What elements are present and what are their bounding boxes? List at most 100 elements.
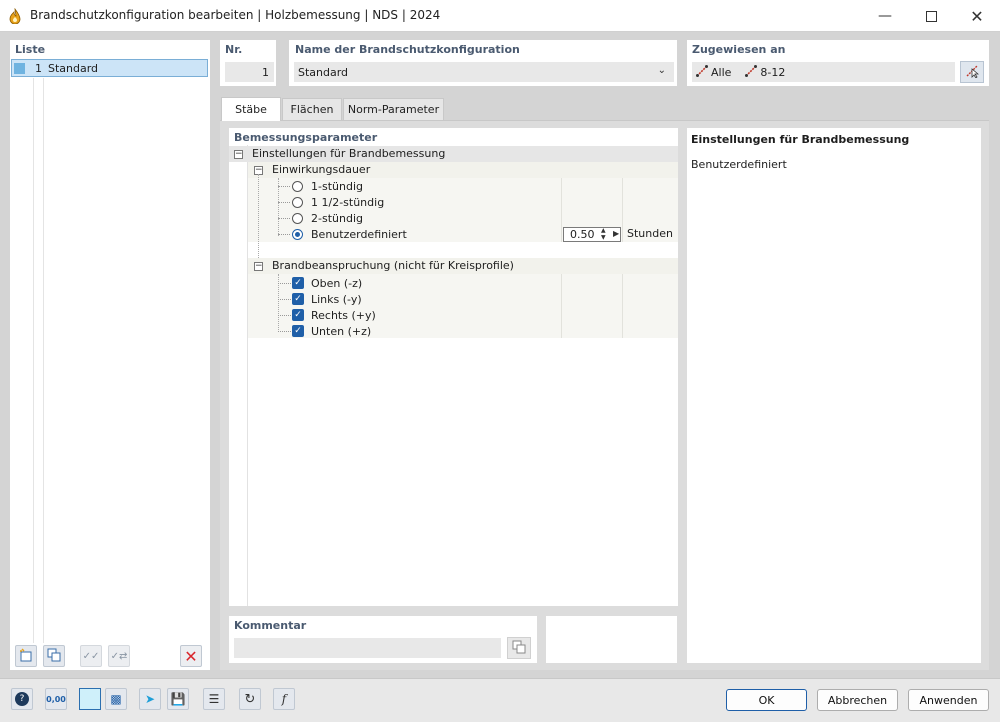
formula-button[interactable]: f [273, 688, 295, 710]
report-icon: ☰ [208, 692, 220, 706]
option-label: 1 1/2-stündig [311, 195, 385, 209]
parameters-label: Bemessungsparameter [234, 131, 378, 144]
tab-standard-parameters[interactable]: Norm-Parameter [343, 98, 444, 120]
assigned-field[interactable]: Alle 8-12 [692, 62, 955, 82]
custom-duration-value: 0.50 [570, 228, 595, 241]
option-label: Rechts (+y) [311, 308, 376, 322]
comment-panel: Kommentar [229, 616, 537, 663]
column-divider [622, 178, 623, 242]
info-panel: Einstellungen für Brandbemessung Benutze… [687, 128, 981, 663]
close-window-button[interactable]: ✕ [954, 0, 1000, 32]
exposure-right[interactable]: ✓ Rechts (+y) [278, 307, 376, 323]
list-label: Liste [15, 43, 46, 56]
report-button[interactable]: ☰ [203, 688, 225, 710]
list-item[interactable]: 1 Standard [11, 59, 208, 77]
new-item-button[interactable] [15, 645, 37, 667]
duration-option-2h[interactable]: 2-stündig [278, 210, 363, 226]
member-icon [696, 64, 708, 80]
number-field[interactable]: 1 [225, 62, 274, 82]
close-icon: ✕ [970, 6, 984, 26]
minimize-button[interactable]: — [862, 0, 908, 32]
option-label: Links (-y) [311, 292, 362, 306]
save-icon: 💾 [170, 692, 186, 706]
reset-button[interactable]: ↻ [239, 688, 261, 710]
empty-panel [546, 616, 677, 663]
checkbox-checked[interactable]: ✓ [292, 277, 304, 289]
units-button[interactable]: 0,00 [45, 688, 67, 710]
option-label: Oben (-z) [311, 276, 363, 290]
info-text: Benutzerdefiniert [691, 158, 787, 171]
copy-item-button[interactable] [43, 645, 65, 667]
check-swap-icon: ✓⇄ [110, 650, 128, 662]
delete-icon: ✕ [184, 646, 198, 666]
collapse-icon[interactable]: − [234, 150, 243, 159]
group-label: Einstellungen für Brandbemessung [252, 147, 446, 160]
number-label: Nr. [225, 43, 243, 56]
app-icon [8, 7, 22, 25]
exposure-left[interactable]: ✓ Links (-y) [278, 291, 362, 307]
check-swap-button[interactable]: ✓⇄ [108, 645, 130, 667]
comment-input[interactable] [234, 638, 501, 658]
option-label: Benutzerdefiniert [311, 227, 407, 241]
member-icon [745, 64, 758, 80]
save-button[interactable]: 💾 [167, 688, 189, 710]
comment-library-button[interactable] [507, 637, 531, 659]
spin-updown-icon[interactable]: ▲ ▼ [601, 227, 606, 241]
assigned-panel: Zugewiesen an Alle 8-12 [687, 40, 989, 86]
help-icon: ? [15, 692, 29, 706]
checkbox-checked[interactable]: ✓ [292, 309, 304, 321]
exposure-bottom[interactable]: ✓ Unten (+z) [278, 323, 371, 339]
cancel-button[interactable]: Abbrechen [817, 689, 898, 711]
list-divider [33, 78, 34, 643]
window-title: Brandschutzkonfiguration bearbeiten | Ho… [30, 8, 441, 22]
checkbox-checked[interactable]: ✓ [292, 293, 304, 305]
ok-button[interactable]: OK [726, 689, 807, 711]
radio-button[interactable] [292, 180, 303, 192]
duration-option-1h[interactable]: 1-stündig [278, 178, 363, 194]
list-item-name: Standard [48, 61, 99, 75]
delete-item-button[interactable]: ✕ [180, 645, 202, 667]
select-members-button[interactable] [960, 61, 984, 83]
tree-line [258, 174, 259, 264]
checkbox-checked[interactable]: ✓ [292, 325, 304, 337]
column-divider [622, 274, 623, 338]
export-button[interactable]: ➤ [139, 688, 161, 710]
spin-right-icon[interactable]: ▶ [613, 229, 619, 238]
name-select[interactable]: Standard ⌄ [294, 62, 674, 82]
apply-button[interactable]: Anwenden [908, 689, 989, 711]
check-all-button[interactable]: ✓✓ [80, 645, 102, 667]
name-label: Name der Brandschutzkonfiguration [295, 43, 520, 56]
assigned-members: 8-12 [760, 65, 786, 79]
duration-option-custom[interactable]: Benutzerdefiniert [278, 226, 407, 242]
assigned-label: Zugewiesen an [692, 43, 786, 56]
maximize-button[interactable] [908, 0, 954, 32]
radio-button[interactable] [292, 196, 303, 208]
formula-icon: f [281, 692, 287, 706]
title-bar: Brandschutzkonfiguration bearbeiten | Ho… [0, 0, 1000, 32]
structure-icon: ▩ [110, 692, 122, 706]
copy-icon [512, 640, 526, 657]
export-icon: ➤ [144, 692, 156, 706]
help-button[interactable]: ? [11, 688, 33, 710]
option-label: Unten (+z) [311, 324, 372, 338]
option-label: 2-stündig [311, 211, 363, 225]
list-divider [43, 78, 44, 643]
color-button[interactable] [79, 688, 101, 710]
exposure-top[interactable]: ✓ Oben (-z) [278, 275, 362, 291]
duration-label: Einwirkungsdauer [272, 163, 371, 176]
copy-icon [47, 648, 61, 665]
minimize-icon: — [878, 8, 892, 24]
duration-option-1-5h[interactable]: 1 1/2-stündig [278, 194, 384, 210]
tab-surfaces[interactable]: Flächen [282, 98, 342, 120]
assigned-all: Alle [711, 65, 732, 79]
tab-members[interactable]: Stäbe [221, 97, 281, 121]
structure-button[interactable]: ▩ [105, 688, 127, 710]
radio-button-selected[interactable] [292, 228, 303, 240]
custom-duration-spinner[interactable]: 0.50 ▲ ▼ ▶ [563, 227, 621, 242]
new-item-icon [19, 647, 33, 665]
list-panel: Liste 1 Standard ✓✓ ✓⇄ ✕ [10, 40, 210, 670]
list-item-number: 1 [35, 61, 42, 75]
collapse-icon[interactable]: − [254, 262, 263, 271]
column-divider [561, 274, 562, 338]
radio-button[interactable] [292, 212, 303, 224]
